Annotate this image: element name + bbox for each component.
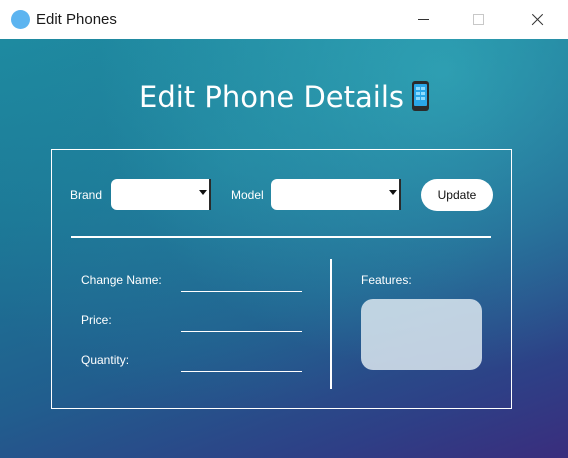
change-name-input[interactable] bbox=[181, 273, 302, 292]
chevron-down-icon[interactable] bbox=[199, 190, 207, 195]
select-edge bbox=[399, 179, 401, 210]
horizontal-divider bbox=[71, 236, 491, 238]
minimize-button[interactable] bbox=[400, 0, 446, 39]
main-content: Edit Phone Details Brand Model Update Ch… bbox=[0, 39, 568, 458]
title-bar[interactable]: Edit Phones bbox=[0, 0, 568, 39]
model-select[interactable] bbox=[271, 179, 401, 210]
features-label: Features: bbox=[361, 273, 412, 287]
page-heading: Edit Phone Details bbox=[0, 79, 568, 115]
chevron-down-icon[interactable] bbox=[389, 190, 397, 195]
vertical-divider bbox=[330, 259, 332, 389]
model-label: Model bbox=[231, 188, 264, 202]
change-name-label: Change Name: bbox=[81, 273, 162, 287]
mobile-phone-icon bbox=[411, 81, 429, 111]
features-textarea[interactable] bbox=[361, 299, 482, 370]
quantity-label: Quantity: bbox=[81, 353, 130, 367]
update-button[interactable]: Update bbox=[421, 179, 493, 211]
quantity-input[interactable] bbox=[181, 353, 302, 372]
select-edge bbox=[209, 179, 211, 210]
window-title: Edit Phones bbox=[36, 11, 117, 28]
price-label: Price: bbox=[81, 313, 112, 327]
brand-label: Brand bbox=[70, 188, 103, 202]
edit-phones-window: Edit Phones Edit Phone Details Brand Mod… bbox=[0, 0, 568, 458]
page-title: Edit Phone Details bbox=[139, 80, 404, 114]
maximize-button[interactable] bbox=[456, 0, 502, 39]
price-input[interactable] bbox=[181, 313, 302, 332]
app-icon bbox=[11, 10, 30, 29]
close-button[interactable] bbox=[514, 0, 560, 39]
brand-select[interactable] bbox=[111, 179, 211, 210]
edit-form-frame: Brand Model Update Change Name: Price: Q… bbox=[51, 149, 512, 409]
